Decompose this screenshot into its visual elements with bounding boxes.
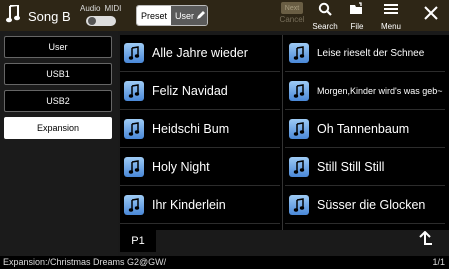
- preset-tab[interactable]: Preset: [137, 6, 171, 25]
- music-note-icon: [289, 81, 309, 101]
- song-name: Feliz Navidad: [152, 84, 228, 98]
- song-name: Oh Tannenbaum: [317, 122, 410, 136]
- cancel-label: Cancel: [279, 15, 305, 24]
- search-button[interactable]: Search: [310, 2, 340, 31]
- song-name: Ihr Kinderlein: [152, 198, 226, 212]
- song-item[interactable]: Still Still Still: [285, 149, 445, 186]
- song-name: Still Still Still: [317, 160, 385, 174]
- song-name: Leise rieselt der Schnee: [317, 47, 425, 59]
- next-label: Next: [281, 2, 303, 14]
- song-list-panel: Alle Jahre wieder Feliz Navidad Heidschi…: [118, 31, 449, 256]
- top-bar: Song B Audio MIDI Preset User Next Cancel…: [0, 0, 449, 31]
- audio-midi-switch[interactable]: Audio MIDI: [80, 2, 128, 28]
- song-name: Morgen,Kinder wird's was geb~: [317, 86, 443, 96]
- status-bar: Expansion:/Christmas Dreams G2@GW/ 1/1: [0, 256, 449, 269]
- page-indicator: 1/1: [432, 257, 445, 267]
- music-note-icon: [289, 195, 309, 215]
- song-item[interactable]: Süsser die Glocken: [285, 187, 445, 224]
- current-path: Expansion:/Christmas Dreams G2@GW/: [3, 257, 167, 267]
- menu-button[interactable]: Menu: [376, 2, 406, 31]
- music-note-icon: [289, 119, 309, 139]
- music-note-icon: [124, 119, 144, 139]
- sidebar-item-expansion[interactable]: Expansion: [4, 117, 112, 139]
- file-label: File: [350, 22, 364, 31]
- file-button[interactable]: File: [342, 2, 372, 31]
- song-item[interactable]: Alle Jahre wieder: [120, 35, 280, 72]
- song-name: Süsser die Glocken: [317, 198, 426, 212]
- preset-user-selector: Preset User: [136, 5, 208, 26]
- search-label: Search: [312, 22, 338, 31]
- column-divider: [282, 35, 283, 230]
- music-note-icon: [124, 157, 144, 177]
- song-item[interactable]: Heidschi Bum: [120, 111, 280, 148]
- song-item[interactable]: Leise rieselt der Schnee: [285, 35, 445, 72]
- music-note-icon: [6, 3, 20, 28]
- music-note-icon: [124, 81, 144, 101]
- song-name: Heidschi Bum: [152, 122, 230, 136]
- sidebar-item-user[interactable]: User: [4, 36, 112, 58]
- song-title-area: Song B: [6, 3, 71, 28]
- song-item[interactable]: Feliz Navidad: [120, 73, 280, 110]
- user-tab-label: User: [175, 10, 195, 21]
- song-item[interactable]: Holy Night: [120, 149, 280, 186]
- menu-label: Menu: [380, 22, 401, 31]
- song-name: Holy Night: [152, 160, 210, 174]
- pencil-icon: [196, 10, 206, 22]
- song-title: Song B: [28, 9, 71, 24]
- song-item[interactable]: Ihr Kinderlein: [120, 187, 280, 224]
- folder-up-button[interactable]: [414, 230, 436, 250]
- close-button[interactable]: [416, 6, 446, 34]
- midi-label: MIDI: [104, 4, 122, 13]
- page-tab-p1[interactable]: P1: [120, 230, 156, 252]
- sidebar-item-usb2[interactable]: USB2: [4, 90, 112, 112]
- hamburger-icon: [383, 2, 399, 21]
- audio-midi-toggle[interactable]: [86, 16, 116, 26]
- sidebar-item-usb1[interactable]: USB1: [4, 63, 112, 85]
- search-icon: [318, 2, 332, 21]
- song-item[interactable]: Oh Tannenbaum: [285, 111, 445, 148]
- music-note-icon: [289, 43, 309, 63]
- arrow-up-icon: [417, 230, 433, 250]
- folder-icon: [349, 2, 365, 21]
- song-name: Alle Jahre wieder: [152, 46, 248, 60]
- location-sidebar: User USB1 USB2 Expansion: [0, 31, 118, 256]
- next-cancel-button[interactable]: Next Cancel: [277, 2, 307, 30]
- music-note-icon: [289, 157, 309, 177]
- music-note-icon: [124, 43, 144, 63]
- music-note-icon: [124, 195, 144, 215]
- user-tab[interactable]: User: [171, 6, 207, 25]
- audio-label: Audio: [80, 4, 101, 13]
- song-item[interactable]: Morgen,Kinder wird's was geb~: [285, 73, 445, 110]
- close-icon: [424, 6, 438, 25]
